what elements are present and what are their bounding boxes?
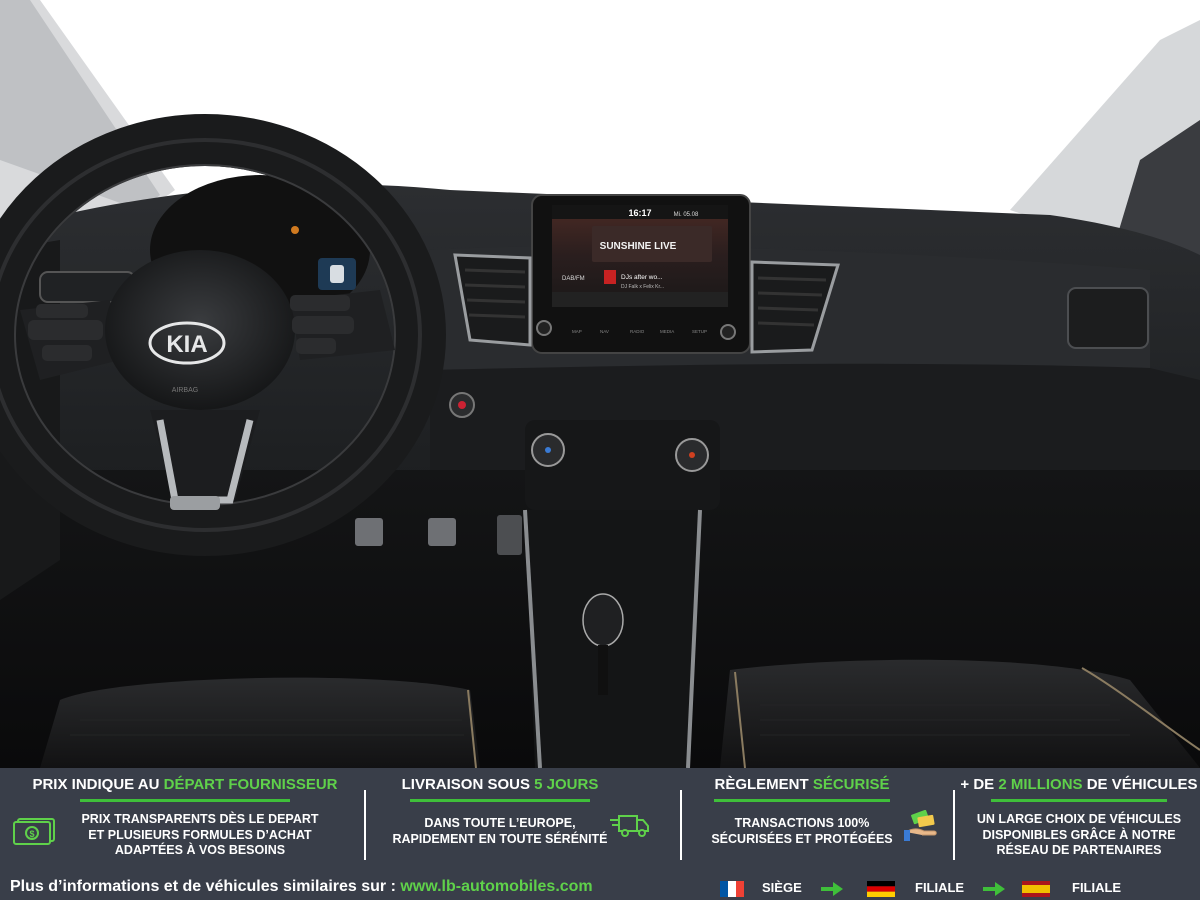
- website-link[interactable]: www.lb-automobiles.com: [400, 878, 592, 895]
- location-label-filiale-2: FILIALE: [1072, 880, 1122, 895]
- footer-info: Plus d’informations et de véhicules simi…: [10, 878, 593, 896]
- screen-menu-3: MEDIA: [660, 329, 674, 334]
- separator-2: [680, 790, 682, 860]
- feature-vehicles-text: UN LARGE CHOIX DE VÉHICULES DISPONIBLES …: [976, 812, 1182, 857]
- footer-info-text: Plus d’informations et de véhicules simi…: [10, 878, 401, 895]
- arrow-right-icon: [983, 882, 1005, 896]
- feature-vehicles-title-main: DE VÉHICULES: [1082, 776, 1198, 793]
- screen-band: DAB/FM: [562, 276, 585, 282]
- location-label-siege: SIÈGE: [762, 880, 802, 895]
- feature-delivery-text: DANS TOUTE L’EUROPE, RAPIDEMENT EN TOUTE…: [392, 816, 608, 846]
- feature-vehicles-title-pre: + DE: [960, 776, 999, 793]
- germany-flag-icon: [867, 881, 895, 897]
- feature-price-text: PRIX TRANSPARENTS DÈS LE DEPART ET PLUSI…: [81, 812, 319, 857]
- feature-delivery: LIVRAISON SOUS 5 JOURS DANS TOUTE L’EURO…: [370, 768, 630, 868]
- money-icon: $: [12, 817, 56, 850]
- feature-payment-underline: [714, 799, 890, 802]
- infotainment-unit: 16:17 Mi. 05.08 SUNSHINE LIVE DAB/FM DJs…: [531, 194, 751, 354]
- screen-track: DJs after wo...: [621, 274, 663, 281]
- separator-3: [953, 790, 955, 860]
- svg-text:$: $: [29, 829, 34, 839]
- screen-menu-1: NAV: [600, 329, 609, 334]
- feature-payment-text: TRANSACTIONS 100% SÉCURISÉES ET PROTÉGÉE…: [711, 816, 893, 846]
- spain-flag-icon: [1022, 881, 1050, 897]
- feature-payment-title: RÈGLEMENT SÉCURISÉ: [714, 776, 889, 793]
- feature-vehicles-underline: [991, 799, 1167, 802]
- payment-hand-icon: [904, 809, 940, 847]
- delivery-truck-icon: [610, 812, 650, 845]
- feature-payment: RÈGLEMENT SÉCURISÉ TRANSACTIONS 100% SÉC…: [690, 768, 914, 868]
- kia-logo-text: KIA: [166, 331, 207, 358]
- screen-menu-4: SETUP: [692, 329, 707, 334]
- france-flag-icon: [720, 881, 744, 897]
- car-interior-illustration: KIA AIRBAG 16:17 Mi. 05.08 SUNSHINE LIVE…: [0, 0, 1200, 768]
- feature-vehicles: + DE 2 MILLIONS DE VÉHICULES UN LARGE CH…: [958, 768, 1200, 868]
- arrow-right-icon: [821, 882, 843, 896]
- airbag-label: AIRBAG: [172, 387, 198, 394]
- feature-delivery-underline: [410, 799, 590, 802]
- feature-price-title-highlight: DÉPART FOURNISSEUR: [163, 776, 338, 793]
- feature-delivery-title-highlight: 5 JOURS: [534, 776, 599, 793]
- screen-menu-0: MAP: [572, 329, 582, 334]
- feature-payment-title-main: RÈGLEMENT: [714, 776, 813, 793]
- screen-clock: 16:17: [628, 208, 651, 218]
- screen-date: Mi. 05.08: [674, 212, 699, 218]
- gear-knob: [582, 593, 624, 647]
- feature-price-title: PRIX INDIQUE AU DÉPART FOURNISSEUR: [32, 776, 337, 793]
- screen-menu-2: RADIO: [630, 329, 645, 334]
- feature-payment-title-highlight: SÉCURISÉ: [812, 776, 890, 793]
- location-label-filiale-1: FILIALE: [915, 880, 965, 895]
- driver-seat: [40, 677, 480, 768]
- feature-price: PRIX INDIQUE AU DÉPART FOURNISSEUR PRIX …: [20, 768, 350, 868]
- feature-price-title-main: PRIX INDIQUE AU: [32, 776, 164, 793]
- car-interior-photo: KIA AIRBAG 16:17 Mi. 05.08 SUNSHINE LIVE…: [0, 0, 1200, 768]
- screen-station: SUNSHINE LIVE: [600, 241, 677, 252]
- feature-price-underline: [80, 799, 290, 802]
- feature-delivery-title-main: LIVRAISON SOUS: [401, 776, 535, 793]
- screen-artist: DJ Falk x Felix Kr...: [621, 284, 664, 290]
- info-banner: PRIX INDIQUE AU DÉPART FOURNISSEUR PRIX …: [0, 768, 1200, 900]
- feature-vehicles-title: + DE 2 MILLIONS DE VÉHICULES: [960, 776, 1197, 793]
- feature-vehicles-title-highlight: 2 MILLIONS: [998, 776, 1083, 793]
- feature-delivery-title: LIVRAISON SOUS 5 JOURS: [402, 776, 599, 793]
- banner-footer: Plus d’informations et de véhicules simi…: [0, 872, 1200, 900]
- separator-1: [364, 790, 366, 860]
